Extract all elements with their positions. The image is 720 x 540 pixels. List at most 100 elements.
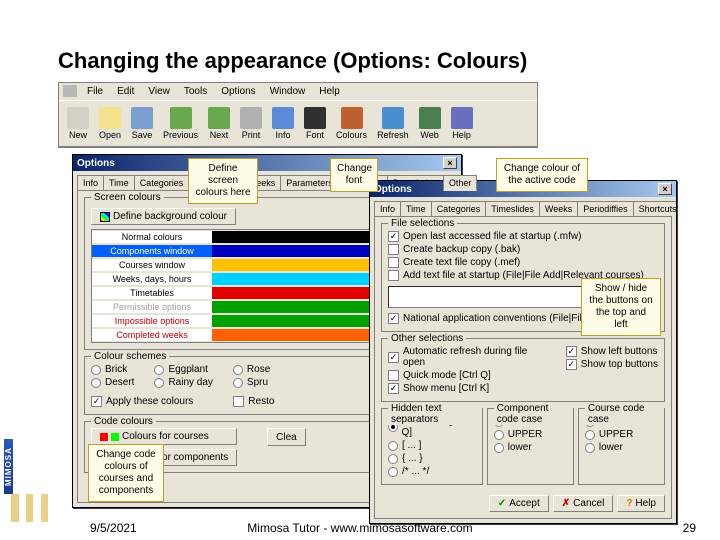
tab-categories[interactable]: Categories — [431, 201, 487, 216]
tab-weeks[interactable]: Weeks — [539, 201, 578, 216]
accept-button[interactable]: ✓Accept — [489, 495, 549, 512]
x-icon: ✗ — [562, 498, 570, 509]
clear-button[interactable]: Clea — [267, 428, 306, 446]
radio-option[interactable]: lower — [494, 441, 567, 454]
tab-info[interactable]: Info — [77, 175, 104, 190]
menu-view[interactable]: View — [142, 85, 176, 98]
scheme-rainy day[interactable]: Rainy day — [154, 376, 212, 389]
font-icon — [304, 107, 326, 129]
info-icon — [272, 107, 294, 129]
callout-change-font: Change font — [330, 158, 378, 192]
component-case-group: Component code case DefaultUPPERlower — [487, 408, 574, 485]
colours-courses-button[interactable]: Colours for courses — [91, 428, 237, 445]
tab-other[interactable]: Other — [443, 175, 478, 191]
previous-icon — [170, 107, 192, 129]
tab-shortcuts[interactable]: Shortcuts — [633, 201, 676, 216]
print-icon — [240, 107, 262, 129]
group-title: Code colours — [91, 416, 156, 427]
other-option-check[interactable]: Quick mode [Ctrl Q] — [388, 369, 550, 382]
other-option-check[interactable]: ✓Show top buttons — [566, 358, 658, 371]
apply-colours-check[interactable]: ✓Apply these colours — [91, 395, 193, 408]
previous-button[interactable]: Previous — [159, 105, 202, 142]
menu-tools[interactable]: Tools — [178, 85, 213, 98]
tab-time[interactable]: Time — [400, 201, 432, 216]
footer-center: Mimosa Tutor - www.mimosasoftware.com — [0, 521, 720, 535]
colours-icon — [341, 107, 363, 129]
file-option-check[interactable]: Create backup copy (.bak) — [388, 243, 658, 256]
next-button[interactable]: Next — [204, 105, 234, 142]
scheme-spru[interactable]: Spru — [233, 376, 270, 389]
tab-categories[interactable]: Categories — [134, 175, 190, 190]
group-title: Component code case — [494, 403, 573, 425]
square-icon — [100, 433, 108, 441]
info-button[interactable]: Info — [268, 105, 298, 142]
other-selections-group: Other selections ✓Automatic refresh duri… — [381, 338, 665, 402]
help-button[interactable]: ?Help — [617, 495, 665, 512]
save-button[interactable]: Save — [127, 105, 157, 142]
refresh-button[interactable]: Refresh — [373, 105, 413, 142]
close-icon[interactable]: × — [443, 157, 457, 169]
open-button[interactable]: Open — [95, 105, 125, 142]
radio-option[interactable]: lower — [585, 441, 658, 454]
app-window: File Edit View Tools Options Window Help… — [58, 82, 538, 148]
radio-option[interactable]: UPPER — [494, 428, 567, 441]
square-icon — [111, 433, 119, 441]
scheme-eggplant[interactable]: Eggplant — [154, 363, 212, 376]
close-icon[interactable]: × — [658, 183, 672, 195]
open-icon — [99, 107, 121, 129]
group-title: File selections — [388, 218, 457, 229]
other-option-check[interactable]: ✓Automatic refresh during file open — [388, 345, 550, 369]
other-option-check[interactable]: ✓Show menu [Ctrl K] — [388, 382, 550, 395]
course-case-group: Course code case DefaultUPPERlower — [578, 408, 665, 485]
file-option-check[interactable]: Create text file copy (.mef) — [388, 256, 658, 269]
app-icon — [63, 85, 77, 97]
group-title: Hidden text separators — [388, 403, 482, 425]
callout-code-colours: Change code colours of courses and compo… — [88, 444, 164, 502]
toolbar: NewOpenSavePreviousNextPrintInfoFontColo… — [59, 100, 537, 147]
file-option-check[interactable]: ✓Open last accessed file at startup (.mf… — [388, 230, 658, 243]
radio-option[interactable]: [ ... ] — [388, 439, 476, 452]
print-button[interactable]: Print — [236, 105, 266, 142]
scheme-rose[interactable]: Rose — [233, 363, 270, 376]
dialog-title: Options — [77, 158, 115, 169]
tab-periodiffies[interactable]: Periodiffies — [577, 201, 633, 216]
tabs: InfoTimeCategoriesTimeslidesWeeksPeriodi… — [370, 197, 676, 216]
colours-button[interactable]: Colours — [332, 105, 371, 142]
menu-edit[interactable]: Edit — [111, 85, 140, 98]
help-button[interactable]: Help — [447, 105, 477, 142]
web-icon — [419, 107, 441, 129]
callout-active-code: Change colour of the active code — [496, 158, 588, 192]
other-option-check[interactable]: ✓Show left buttons — [566, 345, 658, 358]
page-title: Changing the appearance (Options: Colour… — [58, 48, 708, 74]
mimosa-logo: MIMOSA — [4, 439, 48, 522]
tab-info[interactable]: Info — [374, 201, 401, 216]
menu-file[interactable]: File — [81, 85, 109, 98]
define-bg-button[interactable]: Define background colour — [91, 208, 236, 225]
refresh-icon — [382, 107, 404, 129]
restore-check[interactable]: Resto — [233, 395, 274, 408]
page-number: 29 — [683, 521, 696, 535]
menu-options[interactable]: Options — [215, 85, 261, 98]
radio-option[interactable]: { ... } — [388, 452, 476, 465]
options-dialog-other: Options × InfoTimeCategoriesTimeslidesWe… — [369, 180, 677, 524]
help-icon — [451, 107, 473, 129]
tab-time[interactable]: Time — [103, 175, 135, 190]
menubar: File Edit View Tools Options Window Help — [59, 83, 537, 100]
save-icon — [131, 107, 153, 129]
scheme-brick[interactable]: Brick — [91, 363, 134, 376]
menu-window[interactable]: Window — [264, 85, 312, 98]
font-button[interactable]: Font — [300, 105, 330, 142]
new-icon — [67, 107, 89, 129]
web-button[interactable]: Web — [415, 105, 445, 142]
scheme-desert[interactable]: Desert — [91, 376, 134, 389]
group-title: Course code case — [585, 403, 664, 425]
cancel-button[interactable]: ✗Cancel — [553, 495, 614, 512]
new-button[interactable]: New — [63, 105, 93, 142]
callout-define-colours: Define screen colours here — [188, 158, 258, 204]
radio-option[interactable]: UPPER — [585, 428, 658, 441]
tab-timeslides[interactable]: Timeslides — [485, 201, 540, 216]
next-icon — [208, 107, 230, 129]
group-title: Screen colours — [91, 192, 164, 203]
radio-option[interactable]: /* ... */ — [388, 465, 476, 478]
menu-help[interactable]: Help — [313, 85, 346, 98]
